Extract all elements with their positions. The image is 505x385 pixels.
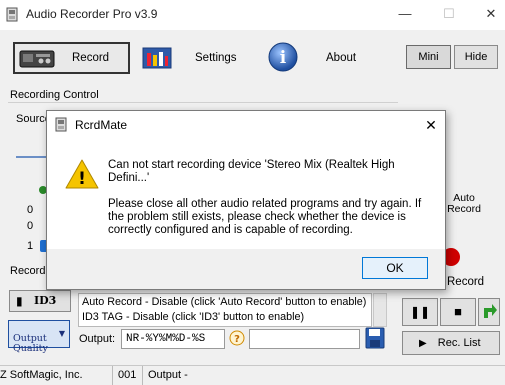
output-quality-button[interactable]: Output Quality ▼ [8, 320, 70, 354]
dialog-message-line: Can not start recording device 'Stereo M… [108, 159, 395, 171]
id3-label: ID3 [34, 294, 57, 307]
dialog-message-line: correctly configured and is capable of r… [108, 224, 353, 236]
about-label[interactable]: About [326, 52, 356, 64]
status-output: Output - [148, 369, 188, 381]
recording-options-label: Recordi [10, 265, 48, 277]
status-divider [112, 366, 113, 385]
output-label: Output: [79, 333, 116, 345]
ok-button[interactable]: OK [362, 257, 428, 279]
status-count: 001 [118, 369, 137, 381]
app-icon [6, 7, 18, 22]
options-scrollbar[interactable] [373, 293, 387, 327]
record-tab-button[interactable]: Record [13, 42, 130, 74]
dialog-close-button[interactable]: ✕ [419, 115, 443, 135]
dialog-message-line: Defini...' [108, 172, 150, 184]
svg-text:?: ? [234, 334, 240, 345]
dialog-title: RcrdMate [75, 118, 128, 132]
level-tick: 0 [27, 220, 34, 232]
status-bar: Z SoftMagic, Inc. 001 Output - [0, 365, 505, 385]
svg-text:i: i [280, 48, 287, 68]
dialog-message-line: Please close all other audio related pro… [108, 198, 422, 210]
source-slider[interactable] [16, 156, 48, 158]
options-status-panel: Auto Record - Disable (click 'Auto Recor… [78, 293, 372, 327]
refresh-button[interactable] [478, 298, 500, 326]
id3-icon: ▮ [16, 294, 23, 308]
mini-button[interactable]: Mini [406, 45, 451, 69]
save-icon[interactable] [365, 327, 385, 349]
status-company: Z SoftMagic, Inc. [0, 369, 83, 381]
rec-list-button[interactable]: ▶ Rec. List [402, 331, 500, 355]
recorder-icon [19, 50, 55, 68]
error-dialog: RcrdMate ✕ ! Can not start recording dev… [46, 110, 446, 290]
green-arrow-icon [484, 304, 497, 318]
help-icon[interactable]: ? [229, 330, 245, 346]
auto-record-status: Auto Record - Disable (click 'Auto Recor… [82, 296, 367, 308]
pause-button[interactable]: ❚❚ [402, 298, 438, 326]
minimize-button[interactable]: — [390, 3, 420, 25]
play-icon: ▶ [419, 338, 427, 349]
recording-control-label: Recording Control [10, 89, 99, 101]
record-button-label[interactable]: Record [447, 276, 484, 288]
level-tick: 1 [27, 240, 34, 252]
dialog-app-icon [55, 117, 67, 132]
auto-record-button[interactable]: Auto Record [445, 193, 483, 221]
dialog-message-line: the problem still exists, please check w… [108, 211, 406, 223]
level-tick: 0 [27, 204, 34, 216]
about-icon[interactable]: i [268, 42, 300, 74]
settings-label[interactable]: Settings [195, 52, 237, 64]
output-format-input[interactable]: NR-%Y%M%D-%S [121, 329, 225, 349]
window-title: Audio Recorder Pro v3.9 [26, 7, 158, 21]
settings-icon[interactable] [142, 46, 172, 70]
svg-text:!: ! [78, 169, 86, 189]
status-divider [142, 366, 143, 385]
output-quality-label: Output Quality [13, 333, 48, 354]
record-tab-label: Record [72, 52, 110, 64]
stop-button[interactable]: ■ [440, 298, 476, 326]
output-path-input[interactable] [249, 329, 360, 349]
hide-button[interactable]: Hide [454, 45, 498, 69]
maximize-button[interactable]: ☐ [434, 3, 464, 25]
dropdown-arrow-icon: ▼ [58, 329, 65, 338]
close-button[interactable]: ✕ [476, 3, 505, 25]
title-bar: Audio Recorder Pro v3.9 — ☐ ✕ [0, 0, 505, 30]
id3-tag-status: ID3 TAG - Disable (click 'ID3' button to… [82, 311, 305, 323]
app-window: Audio Recorder Pro v3.9 — ☐ ✕ Record Set… [0, 0, 505, 385]
dialog-footer: OK [47, 249, 445, 289]
id3-button[interactable]: ▮ ID3 [9, 290, 71, 312]
rec-list-label: Rec. List [437, 337, 481, 349]
warning-icon: ! [65, 159, 99, 189]
